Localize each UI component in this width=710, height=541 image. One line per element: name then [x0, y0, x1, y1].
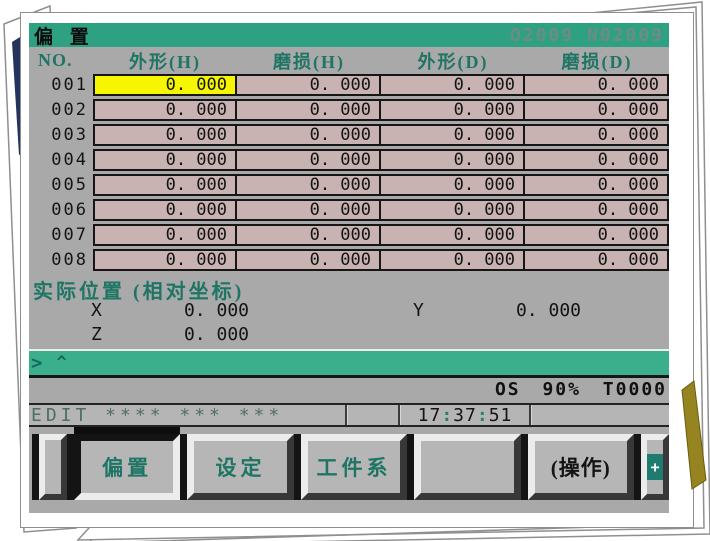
axis-x-label: X — [91, 300, 102, 321]
column-header-wear-d: 磨损(D) — [561, 51, 633, 72]
table-row: 006 0. 000 0. 000 0. 000 0. 000 — [29, 199, 669, 224]
offset-cell[interactable]: 0. 000 — [381, 99, 525, 121]
offset-cell[interactable]: 0. 000 — [525, 124, 669, 146]
cnc-screen: 偏 置 O2009 N02009 NO. 外形(H) 磨损(H) 外形(D) 磨… — [29, 23, 669, 513]
offset-cell[interactable]: 0. 000 — [381, 74, 525, 96]
override-tool-status: OS 90% T0000 — [494, 379, 667, 400]
row-number: 002 — [51, 100, 88, 120]
offset-cell[interactable]: 0. 000 — [525, 149, 669, 171]
page-title: 偏 置 — [34, 26, 95, 48]
offset-cell[interactable]: 0. 000 — [93, 249, 237, 271]
softkey-work-coord[interactable]: 工件系 — [300, 434, 408, 500]
offset-cell[interactable]: 0. 000 — [93, 224, 237, 246]
status-bar: EDIT **** *** *** 17:37:51 — [29, 403, 669, 427]
offset-cell[interactable]: 0. 000 — [381, 149, 525, 171]
column-header-geom-h: 外形(H) — [129, 51, 201, 72]
clock: 17:37:51 — [417, 404, 513, 426]
offset-cell[interactable]: 0. 000 — [237, 124, 381, 146]
axis-y-label: Y — [413, 300, 424, 321]
offset-cell[interactable]: 0. 000 — [525, 224, 669, 246]
table-row: 007 0. 000 0. 000 0. 000 0. 000 — [29, 224, 669, 249]
table-row: 004 0. 000 0. 000 0. 000 0. 000 — [29, 149, 669, 174]
column-header-wear-h: 磨损(H) — [273, 51, 345, 72]
row-number: 003 — [51, 125, 88, 145]
offset-table: 001 0. 000 0. 000 0. 000 0. 000 002 0. 0… — [29, 74, 669, 274]
offset-cell[interactable]: 0. 000 — [93, 99, 237, 121]
table-row: 003 0. 000 0. 000 0. 000 0. 000 — [29, 124, 669, 149]
offset-cell[interactable]: 0. 000 — [381, 249, 525, 271]
table-row: 008 0. 000 0. 000 0. 000 0. 000 — [29, 249, 669, 274]
offset-cell[interactable]: 0. 000 — [237, 74, 381, 96]
axis-z-value: 0. 000 — [183, 324, 249, 345]
offset-cell[interactable]: 0. 000 — [381, 124, 525, 146]
offset-cell[interactable]: 0. 000 — [237, 249, 381, 271]
offset-cell[interactable]: 0. 000 — [93, 124, 237, 146]
offset-cell[interactable]: 0. 000 — [381, 174, 525, 196]
offset-cell[interactable]: 0. 000 — [93, 174, 237, 196]
offset-cell[interactable]: 0. 000 — [237, 224, 381, 246]
axis-x-value: 0. 000 — [183, 300, 249, 321]
row-number: 007 — [51, 225, 88, 245]
softkey-more[interactable]: + — [641, 434, 669, 500]
offset-cell-cursor[interactable]: 0. 000 — [93, 74, 237, 96]
input-prompt: > — [31, 352, 43, 374]
table-row: 001 0. 000 0. 000 0. 000 0. 000 — [29, 74, 669, 99]
status-separator — [345, 405, 348, 425]
column-header-no: NO. — [38, 50, 73, 70]
row-number: 001 — [51, 75, 88, 95]
offset-cell[interactable]: 0. 000 — [93, 149, 237, 171]
axis-z-label: Z — [91, 324, 102, 345]
offset-cell[interactable]: 0. 000 — [237, 99, 381, 121]
offset-cell[interactable]: 0. 000 — [237, 149, 381, 171]
input-cursor: ^ — [56, 353, 67, 373]
axis-y-value: 0. 000 — [515, 300, 581, 321]
title-bar: 偏 置 O2009 N02009 — [29, 23, 669, 48]
mode-status: EDIT **** *** *** — [31, 404, 284, 426]
column-header-geom-d: 外形(D) — [417, 51, 489, 72]
softkey-offset[interactable]: 偏置 — [73, 434, 181, 500]
offset-cell[interactable]: 0. 000 — [525, 249, 669, 271]
table-row: 005 0. 000 0. 000 0. 000 0. 000 — [29, 174, 669, 199]
softkey-blank[interactable] — [414, 434, 521, 500]
status-separator — [529, 405, 532, 425]
offset-cell[interactable]: 0. 000 — [525, 74, 669, 96]
offset-cell[interactable]: 0. 000 — [381, 224, 525, 246]
axis-line-z: Z 0. 000 — [29, 324, 669, 346]
row-number: 008 — [51, 250, 88, 270]
softkey-setting[interactable]: 设定 — [187, 434, 294, 500]
softkey-left-arrow[interactable] — [39, 434, 67, 500]
softkey-operation[interactable]: (操作) — [527, 434, 635, 500]
offset-cell[interactable]: 0. 000 — [525, 99, 669, 121]
offset-cell[interactable]: 0. 000 — [381, 199, 525, 221]
table-header: NO. 外形(H) 磨损(H) 外形(D) 磨损(D) — [29, 48, 669, 73]
cnc-display-page: 偏 置 O2009 N02009 NO. 外形(H) 磨损(H) 外形(D) 磨… — [20, 12, 694, 528]
mdi-input-line[interactable]: > ^ — [29, 349, 669, 378]
offset-cell[interactable]: 0. 000 — [93, 199, 237, 221]
program-number: O2009 N02009 — [509, 24, 664, 46]
offset-cell[interactable]: 0. 000 — [525, 174, 669, 196]
row-number: 004 — [51, 150, 88, 170]
offset-cell[interactable]: 0. 000 — [525, 199, 669, 221]
row-number: 006 — [51, 200, 88, 220]
table-row: 002 0. 000 0. 000 0. 000 0. 000 — [29, 99, 669, 124]
plus-icon: + — [647, 454, 664, 480]
softkey-bar: 偏置 设定 工件系 (操作) + — [29, 427, 669, 513]
offset-cell[interactable]: 0. 000 — [237, 174, 381, 196]
row-number: 005 — [51, 175, 88, 195]
axis-line-xy: X 0. 000 Y 0. 000 — [29, 300, 669, 322]
offset-cell[interactable]: 0. 000 — [237, 199, 381, 221]
